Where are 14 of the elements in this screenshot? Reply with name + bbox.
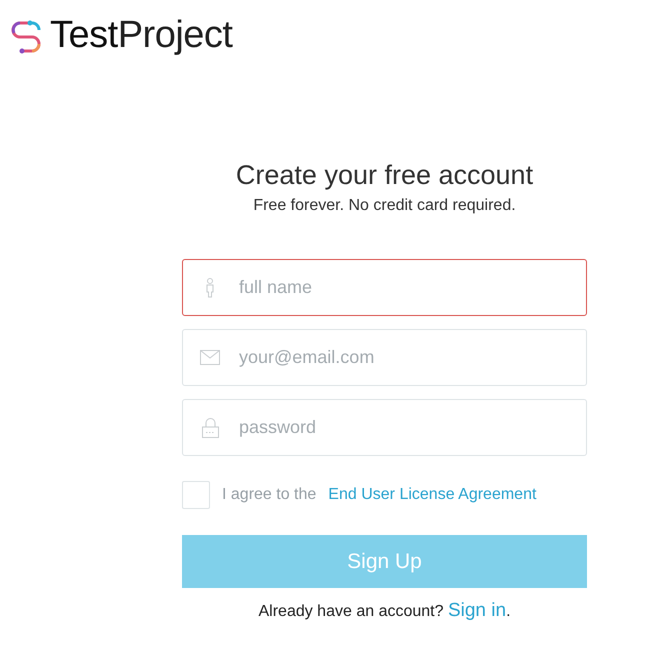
logo-text: TestProject: [50, 14, 232, 57]
page-subtitle: Free forever. No credit card required.: [252, 197, 517, 215]
password-field[interactable]: password: [182, 399, 587, 456]
person-icon: [205, 278, 215, 298]
license-link[interactable]: End User License Agreement: [328, 486, 536, 504]
agree-checkbox[interactable]: [182, 481, 210, 509]
agree-label: I agree to the: [222, 486, 316, 504]
name-field[interactable]: full name: [182, 259, 587, 316]
sign-in-link[interactable]: Sign in: [448, 600, 506, 621]
email-field[interactable]: your@email.com: [182, 329, 587, 386]
lock-icon: [202, 418, 218, 438]
envelope-icon: [200, 350, 220, 365]
page-title: Create your free account: [234, 160, 534, 191]
sign-in-prompt: Already have an account? Sign in.: [257, 600, 512, 622]
